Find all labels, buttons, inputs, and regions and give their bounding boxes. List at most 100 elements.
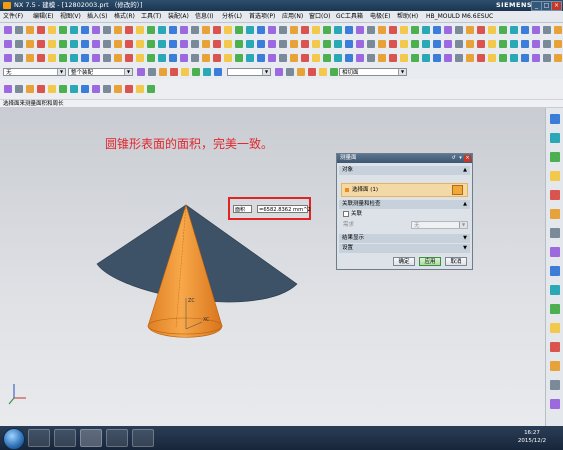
menu-item-edit[interactable]: 编辑(E) xyxy=(33,11,53,22)
toolbar-tool-icon[interactable] xyxy=(400,26,408,34)
toolbar-tool-icon[interactable] xyxy=(158,40,166,48)
toolbar-tool-icon[interactable] xyxy=(400,40,408,48)
resource-tab-icon[interactable] xyxy=(550,190,560,200)
toolbar-tool-icon[interactable] xyxy=(554,40,562,48)
taskbar-app-2[interactable] xyxy=(54,429,76,447)
toolbar-tool-icon[interactable] xyxy=(70,54,78,62)
toolbar-tool-icon[interactable] xyxy=(180,26,188,34)
toolbar-tool-icon[interactable] xyxy=(510,40,518,48)
toolbar-tool-icon[interactable] xyxy=(191,54,199,62)
toolbar-tool-icon[interactable] xyxy=(48,26,56,34)
toolbar-tool-icon[interactable] xyxy=(92,40,100,48)
menu-item-analysis[interactable]: 分析(L) xyxy=(222,11,242,22)
toolbar-tool-icon[interactable] xyxy=(192,68,200,76)
toolbar-tool-icon[interactable] xyxy=(378,26,386,34)
toolbar-tool-icon[interactable] xyxy=(59,26,67,34)
menu-item-file[interactable]: 文件(F) xyxy=(3,11,23,22)
toolbar-tool-icon[interactable] xyxy=(356,40,364,48)
toolbar-tool-icon[interactable] xyxy=(389,40,397,48)
toolbar-tool-icon[interactable] xyxy=(257,54,265,62)
scope-select[interactable]: 整个装配 ▼ xyxy=(68,68,133,76)
resource-tab-icon[interactable] xyxy=(550,247,560,257)
toolbar-tool-icon[interactable] xyxy=(499,40,507,48)
dialog-menu-icon[interactable]: ▾ xyxy=(457,155,464,162)
toolbar-tool-icon[interactable] xyxy=(554,54,562,62)
toolbar-tool-icon[interactable] xyxy=(477,40,485,48)
toolbar-tool-icon[interactable] xyxy=(81,54,89,62)
resource-tab-icon[interactable] xyxy=(550,285,560,295)
toolbar-tool-icon[interactable] xyxy=(48,54,56,62)
toolbar-tool-icon[interactable] xyxy=(136,40,144,48)
toolbar-tool-icon[interactable] xyxy=(37,40,45,48)
toolbar-tool-icon[interactable] xyxy=(521,54,529,62)
dialog-reset-icon[interactable]: ↺ xyxy=(450,155,457,162)
toolbar-tool-icon[interactable] xyxy=(268,26,276,34)
menu-item-window[interactable]: 窗口(O) xyxy=(309,11,330,22)
toolbar-tool-icon[interactable] xyxy=(246,54,254,62)
toolbar-tool-icon[interactable] xyxy=(214,68,222,76)
toolbar-tool-icon[interactable] xyxy=(323,54,331,62)
toolbar-tool-icon[interactable] xyxy=(422,54,430,62)
face-rule-select[interactable]: 相切面 ▼ xyxy=(339,68,407,76)
toolbar-tool-icon[interactable] xyxy=(103,26,111,34)
toolbar-tool-icon[interactable] xyxy=(191,40,199,48)
start-button[interactable] xyxy=(3,428,25,450)
toolbar-tool-icon[interactable] xyxy=(224,26,232,34)
menu-item-help[interactable]: 帮助(H) xyxy=(397,11,418,22)
toolbar-tool-icon[interactable] xyxy=(70,40,78,48)
toolbar-tool-icon[interactable] xyxy=(286,68,294,76)
toolbar-tool-icon[interactable] xyxy=(202,26,210,34)
toolbar-tool-icon[interactable] xyxy=(268,40,276,48)
toolbar-tool-icon[interactable] xyxy=(147,26,155,34)
toolbar-tool-icon[interactable] xyxy=(554,26,562,34)
toolbar-tool-icon[interactable] xyxy=(213,26,221,34)
toolbar-tool-icon[interactable] xyxy=(455,26,463,34)
toolbar-tool-icon[interactable] xyxy=(246,40,254,48)
resource-tab-icon[interactable] xyxy=(550,152,560,162)
toolbar-tool-icon[interactable] xyxy=(477,54,485,62)
toolbar-tool-icon[interactable] xyxy=(169,26,177,34)
toolbar-tool-icon[interactable] xyxy=(532,40,540,48)
toolbar-tool-icon[interactable] xyxy=(180,40,188,48)
toolbar-tool-icon[interactable] xyxy=(59,54,67,62)
toolbar-tool-icon[interactable] xyxy=(422,40,430,48)
toolbar-tool-icon[interactable] xyxy=(257,26,265,34)
toolbar-tool-icon[interactable] xyxy=(136,85,144,93)
menu-item-electrode[interactable]: 电极(E) xyxy=(370,11,390,22)
apply-button[interactable]: 应用 xyxy=(419,257,441,266)
menu-item-esuc[interactable]: ESUC xyxy=(477,11,493,22)
toolbar-tool-icon[interactable] xyxy=(367,54,375,62)
toolbar-tool-icon[interactable] xyxy=(15,40,23,48)
toolbar-tool-icon[interactable] xyxy=(125,40,133,48)
toolbar-tool-icon[interactable] xyxy=(81,40,89,48)
toolbar-tool-icon[interactable] xyxy=(334,26,342,34)
toolbar-tool-icon[interactable] xyxy=(191,26,199,34)
menu-item-gc-toolbox[interactable]: GC工具箱 xyxy=(336,11,363,22)
toolbar-tool-icon[interactable] xyxy=(26,54,34,62)
toolbar-tool-icon[interactable] xyxy=(114,54,122,62)
toolbar-tool-icon[interactable] xyxy=(466,54,474,62)
toolbar-tool-icon[interactable] xyxy=(334,54,342,62)
select-face-row[interactable]: 选择面 (1) xyxy=(341,183,468,197)
toolbar-tool-icon[interactable] xyxy=(367,26,375,34)
toolbar-tool-icon[interactable] xyxy=(521,26,529,34)
toolbar-tool-icon[interactable] xyxy=(312,40,320,48)
toolbar-tool-icon[interactable] xyxy=(4,85,12,93)
type-filter-select[interactable]: 无 ▼ xyxy=(3,68,66,76)
toolbar-tool-icon[interactable] xyxy=(235,26,243,34)
toolbar-tool-icon[interactable] xyxy=(180,54,188,62)
dialog-close-icon[interactable]: × xyxy=(464,155,471,162)
toolbar-tool-icon[interactable] xyxy=(312,26,320,34)
toolbar-tool-icon[interactable] xyxy=(345,54,353,62)
resource-tab-icon[interactable] xyxy=(550,228,560,238)
measure-type-select[interactable]: 面积 xyxy=(233,205,252,213)
resource-tab-icon[interactable] xyxy=(550,133,560,143)
toolbar-tool-icon[interactable] xyxy=(389,54,397,62)
toolbar-tool-icon[interactable] xyxy=(213,54,221,62)
toolbar-tool-icon[interactable] xyxy=(213,40,221,48)
toolbar-tool-icon[interactable] xyxy=(103,85,111,93)
toolbar-tool-icon[interactable] xyxy=(543,40,551,48)
toolbar-tool-icon[interactable] xyxy=(15,26,23,34)
taskbar-nx-app[interactable] xyxy=(80,429,102,447)
toolbar-tool-icon[interactable] xyxy=(4,26,12,34)
